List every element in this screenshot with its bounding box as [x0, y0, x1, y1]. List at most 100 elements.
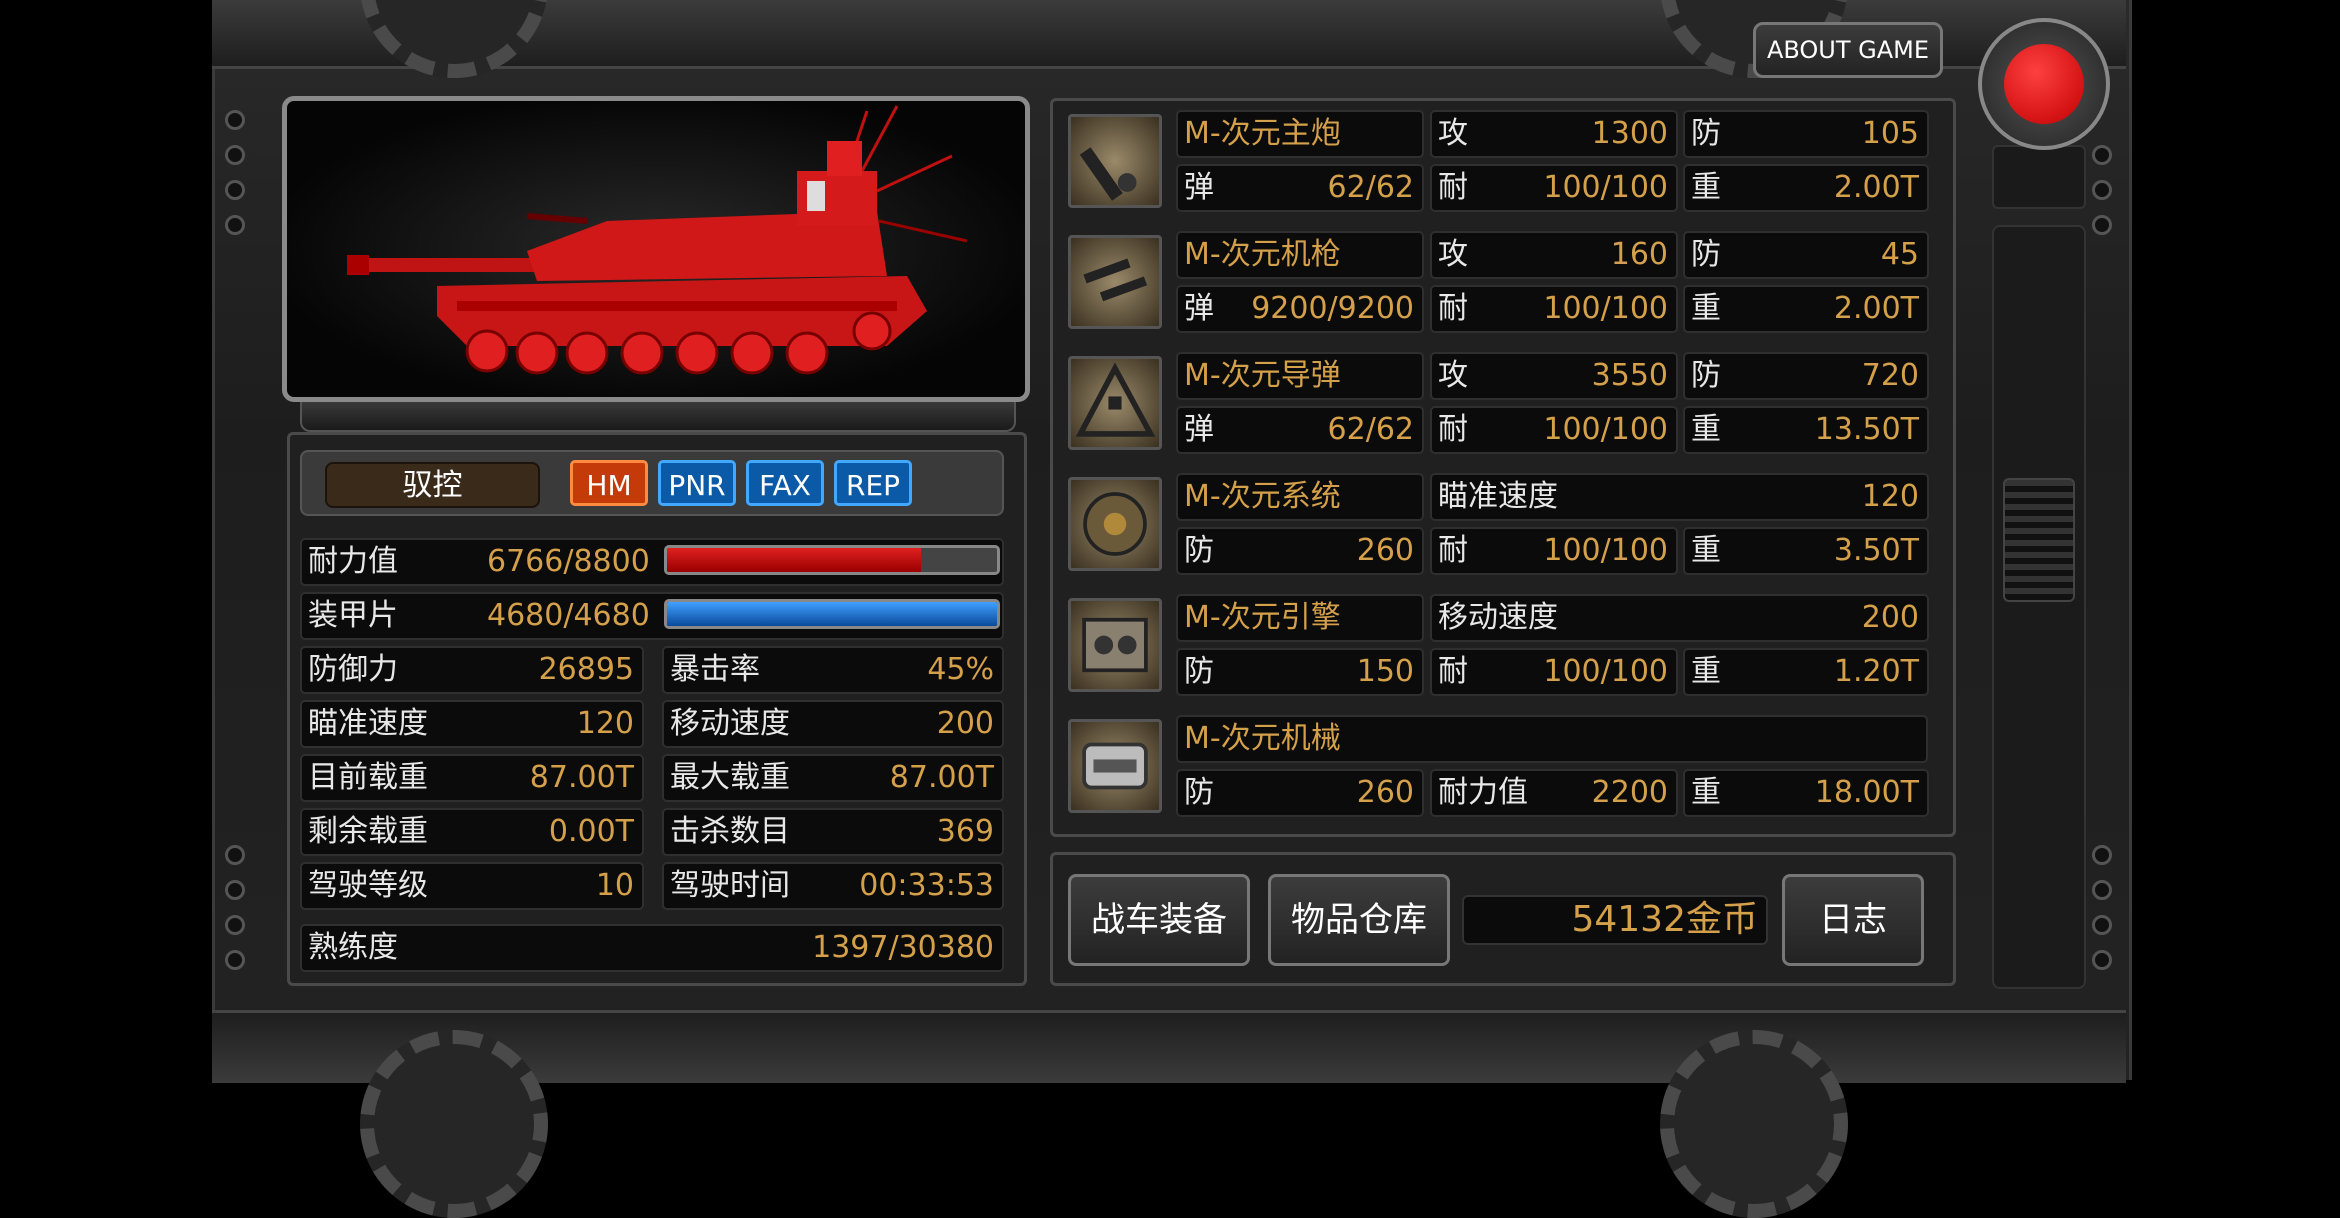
- stat-proficiency: 熟练度 1397/30380: [300, 924, 1004, 972]
- tank-equipment-button[interactable]: 战车装备: [1068, 874, 1250, 966]
- equip-name: M-次元机枪: [1184, 237, 1341, 272]
- rivet-icon: [2092, 180, 2112, 200]
- equip-stat: 攻 3550: [1430, 352, 1678, 400]
- tank-icon: [347, 105, 968, 375]
- about-game-button[interactable]: ABOUT GAME: [1753, 22, 1943, 78]
- equip-stat: 防 720: [1683, 352, 1929, 400]
- equip-stat: 防 150: [1176, 648, 1424, 696]
- equip-name: M-次元主炮: [1184, 116, 1341, 151]
- vent-grille: [2003, 478, 2075, 602]
- equip-stat: 移动速度 200: [1430, 594, 1929, 642]
- rivet-icon: [225, 880, 245, 900]
- record-button[interactable]: [1978, 18, 2110, 150]
- machine-gun-icon[interactable]: [1068, 235, 1162, 329]
- equip-name-cell: M-次元主炮: [1176, 110, 1424, 158]
- rivet-icon: [2092, 845, 2112, 865]
- stat-cell: 驾驶时间 00:33:53: [662, 862, 1004, 910]
- stat-cell: 最大载重 87.00T: [662, 754, 1004, 802]
- equip-name: M-次元引擎: [1184, 600, 1341, 635]
- equip-stat: 耐力值 2200: [1430, 769, 1678, 817]
- stat-cell: 剩余载重 0.00T: [300, 808, 644, 856]
- side-slot: [1992, 225, 2086, 989]
- stat-cell: 目前载重 87.00T: [300, 754, 644, 802]
- log-button[interactable]: 日志: [1782, 874, 1924, 966]
- equip-stat: 重 18.00T: [1683, 769, 1929, 817]
- rivet-icon: [2092, 915, 2112, 935]
- equip-stat: 耐 100/100: [1430, 648, 1678, 696]
- gear-decoration-icon: [360, 1030, 548, 1218]
- equip-name-cell: M-次元导弹: [1176, 352, 1424, 400]
- stat-label: 最大载重: [670, 760, 790, 795]
- stat-value: 200: [936, 706, 994, 741]
- hp-bar: [664, 545, 1000, 575]
- stat-value: 87.00T: [889, 760, 994, 795]
- stat-cell: 防御力 26895: [300, 646, 644, 694]
- stat-value: 10: [595, 868, 634, 903]
- stat-label: 防御力: [308, 652, 398, 687]
- chassis-icon[interactable]: [1068, 719, 1162, 813]
- stat-label: 目前载重: [308, 760, 428, 795]
- cannon-icon[interactable]: [1068, 114, 1162, 208]
- equip-stat: 弹 62/62: [1176, 406, 1424, 454]
- tag-hm[interactable]: HM: [570, 460, 648, 506]
- equip-stat: 防 45: [1683, 231, 1929, 279]
- stat-label: 驾驶时间: [670, 868, 790, 903]
- rivet-icon: [225, 145, 245, 165]
- equip-stat: 耐 100/100: [1430, 164, 1678, 212]
- rivet-icon: [225, 180, 245, 200]
- stat-cell: 移动速度 200: [662, 700, 1004, 748]
- stat-cell: 驾驶等级 10: [300, 862, 644, 910]
- rivet-icon: [225, 110, 245, 130]
- stat-cell: 击杀数目 369: [662, 808, 1004, 856]
- rivet-icon: [225, 915, 245, 935]
- equip-stat: 攻 160: [1430, 231, 1678, 279]
- stat-value: 369: [936, 814, 994, 849]
- stat-cell: 瞄准速度 120: [300, 700, 644, 748]
- stat-cell: 暴击率 45%: [662, 646, 1004, 694]
- record-dot-icon: [2004, 44, 2084, 124]
- equip-name: M-次元导弹: [1184, 358, 1341, 393]
- stat-label: 瞄准速度: [308, 706, 428, 741]
- equip-stat: 防 260: [1176, 527, 1424, 575]
- equip-stat: 瞄准速度 120: [1430, 473, 1929, 521]
- equip-stat: 弹 9200/9200: [1176, 285, 1424, 333]
- equip-stat: 重 1.20T: [1683, 648, 1929, 696]
- stat-label: 剩余载重: [308, 814, 428, 849]
- stat-label: 驾驶等级: [308, 868, 428, 903]
- gear-decoration-icon: [1660, 1030, 1848, 1218]
- stat-value: 0.00T: [548, 814, 634, 849]
- equip-name-cell: M-次元系统: [1176, 473, 1424, 521]
- equip-name-cell: M-次元机枪: [1176, 231, 1424, 279]
- stat-value: 45%: [927, 652, 994, 687]
- side-slot: [1992, 145, 2086, 209]
- equip-stat: 重 13.50T: [1683, 406, 1929, 454]
- gold-amount: 54132金币: [1571, 899, 1758, 940]
- display-mount: [300, 402, 1016, 432]
- tag-fax[interactable]: FAX: [746, 460, 824, 506]
- system-core-icon[interactable]: [1068, 477, 1162, 571]
- missile-launcher-icon[interactable]: [1068, 356, 1162, 450]
- equip-stat: 防 260: [1176, 769, 1424, 817]
- drive-button[interactable]: 驭控: [325, 462, 540, 508]
- stat-value: 120: [576, 706, 634, 741]
- tank-display: [282, 96, 1030, 402]
- tag-pnr[interactable]: PNR: [658, 460, 736, 506]
- stat-value: 00:33:53: [859, 868, 994, 903]
- item-storage-button[interactable]: 物品仓库: [1268, 874, 1450, 966]
- rivet-icon: [2092, 215, 2112, 235]
- equip-name-cell: M-次元引擎: [1176, 594, 1424, 642]
- equip-stat: 耐 100/100: [1430, 285, 1678, 333]
- equip-stat: 重 3.50T: [1683, 527, 1929, 575]
- tag-rep[interactable]: REP: [834, 460, 912, 506]
- equip-name: M-次元系统: [1184, 479, 1341, 514]
- rivet-icon: [2092, 880, 2112, 900]
- equip-stat: 耐 100/100: [1430, 406, 1678, 454]
- stat-label: 暴击率: [670, 652, 760, 687]
- stat-value: 26895: [538, 652, 634, 687]
- engine-icon[interactable]: [1068, 598, 1162, 692]
- equip-name: M-次元机械: [1184, 721, 1341, 756]
- rivet-icon: [2092, 950, 2112, 970]
- equip-stat: 防 105: [1683, 110, 1929, 158]
- equip-name-cell: M-次元机械: [1176, 715, 1928, 763]
- rivet-icon: [2092, 145, 2112, 165]
